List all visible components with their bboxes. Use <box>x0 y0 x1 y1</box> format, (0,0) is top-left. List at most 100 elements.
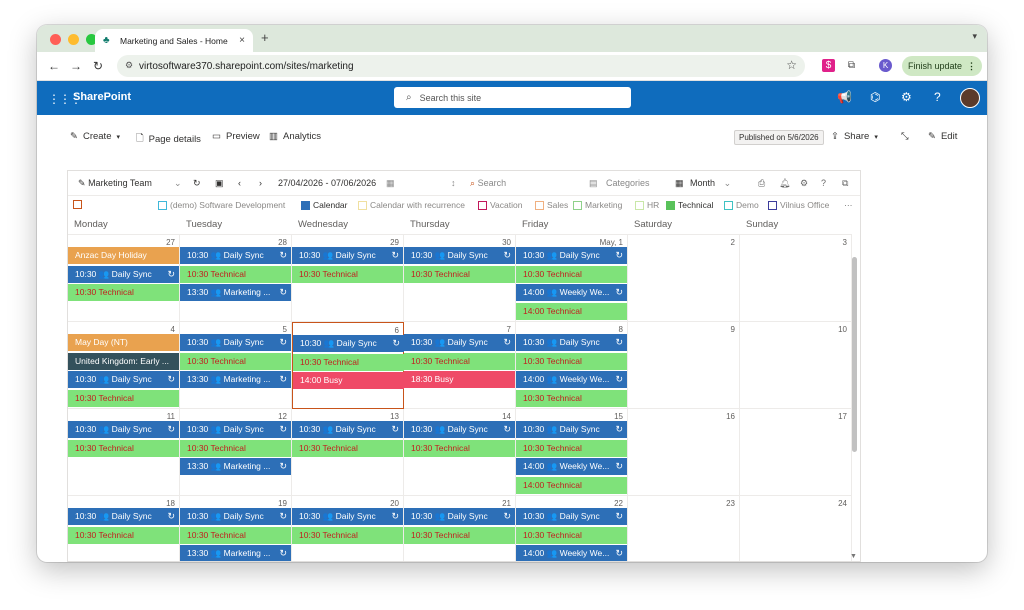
calendar-event[interactable]: 10:30 Technical <box>68 284 179 301</box>
calendar-event[interactable]: 10:30 👥 Daily Sync ↻ <box>404 508 515 525</box>
calendar-event[interactable]: 10:30 👥 Daily Sync ↻ <box>68 421 179 438</box>
day-cell[interactable]: 8 10:30 👥 Daily Sync ↻ 10:30 Technical 14:00… <box>516 322 628 409</box>
page-details-button[interactable]: 🗋 Page details <box>136 131 201 147</box>
day-cell[interactable]: 9 <box>628 322 740 409</box>
calendar-event[interactable]: 14:00 Technical <box>516 302 627 320</box>
day-cell[interactable]: 14 10:30 👥 Daily Sync ↻ 10:30 Technical <box>404 409 516 496</box>
new-tab-button[interactable]: + <box>261 30 269 45</box>
calendar-event[interactable]: 10:30 👥 Daily Sync ↻ <box>516 334 627 351</box>
calendar-event[interactable]: 10:30 👥 Daily Sync ↻ <box>404 247 515 264</box>
team-selector[interactable]: ✎ Marketing Team <box>78 178 152 189</box>
calendar-event[interactable]: 10:30 Technical <box>68 526 179 544</box>
print-icon[interactable]: ⎙ <box>758 178 765 189</box>
legend-checkbox[interactable] <box>158 200 167 210</box>
legend-checkbox[interactable] <box>478 200 487 210</box>
legend-checkbox[interactable] <box>535 200 544 210</box>
calendar-event[interactable]: 10:30 👥 Daily Sync ↻ <box>292 247 403 264</box>
export-icon[interactable]: ⧉ <box>842 178 848 189</box>
analytics-button[interactable]: ▥ Analytics <box>269 131 321 142</box>
legend-more-icon[interactable]: ··· <box>844 200 853 210</box>
bell-icon[interactable]: 🔔︎ <box>779 178 790 189</box>
day-cell[interactable]: 18 10:30 👥 Daily Sync ↻ 10:30 Technical <box>68 496 180 561</box>
calendar-event[interactable]: 10:30 👥 Daily Sync ↻ <box>292 508 403 525</box>
day-cell[interactable]: 7 10:30 👥 Daily Sync ↻ 10:30 Technical 18:30… <box>404 322 516 409</box>
date-picker-icon[interactable]: ▦ <box>386 178 395 189</box>
calendar-event[interactable]: 10:30 👥 Daily Sync ↻ <box>68 371 179 388</box>
legend-item[interactable]: Sales <box>535 200 568 210</box>
calendar-event[interactable]: 10:30 Technical <box>180 352 291 370</box>
calendar-event[interactable]: 18:30 Busy <box>404 371 515 388</box>
bookmark-star-icon[interactable]: ☆ <box>786 58 797 72</box>
create-button[interactable]: ✎ Create ▾ <box>70 131 120 142</box>
legend-checkbox[interactable] <box>724 200 733 210</box>
calendar-event[interactable]: 10:30 Technical <box>293 353 404 371</box>
user-avatar[interactable] <box>960 88 980 108</box>
legend-item[interactable]: Calendar <box>301 200 348 210</box>
calendar-event[interactable]: 10:30 Technical <box>180 439 291 457</box>
legend-checkbox[interactable] <box>573 200 582 210</box>
url-field[interactable]: ⚙ virtosoftware370.sharepoint.com/sites/… <box>117 55 805 77</box>
legend-toggle-icon[interactable] <box>73 200 82 209</box>
settings-gear-icon[interactable]: ⚙ <box>901 90 912 104</box>
calendar-event[interactable]: 10:30 Technical <box>516 526 627 544</box>
day-cell[interactable]: 5 10:30 👥 Daily Sync ↻ 10:30 Technical 13:30… <box>180 322 292 409</box>
day-cell[interactable]: 3 <box>740 235 852 322</box>
calendar-event[interactable]: 13:30 👥 Marketing ... ↻ <box>180 458 291 475</box>
calendar-event[interactable]: 10:30 👥 Daily Sync ↻ <box>404 334 515 351</box>
calendar-event[interactable]: 10:30 👥 Daily Sync ↻ <box>180 421 291 438</box>
tab-close-icon[interactable]: × <box>239 35 245 46</box>
day-cell[interactable]: 4 May Day (NT) United Kingdom: Early ... 10… <box>68 322 180 409</box>
scroll-down-arrow-icon[interactable]: ▼ <box>850 553 857 560</box>
day-cell[interactable]: 27 Anzac Day Holiday 10:30 👥 Daily Sync ↻ 10… <box>68 235 180 322</box>
share-button[interactable]: ⇪ Share ▾ <box>831 131 878 142</box>
close-window-button[interactable] <box>50 34 61 45</box>
calendar-event[interactable]: 14:00 Busy <box>293 372 404 389</box>
puzzle-extensions-icon[interactable]: ⧉ <box>845 59 858 72</box>
calendar-event[interactable]: Anzac Day Holiday <box>68 247 179 264</box>
categories-button[interactable]: ▤ Categories <box>589 178 650 189</box>
calendar-event[interactable]: 10:30 👥 Daily Sync ↻ <box>68 265 179 283</box>
legend-checkbox[interactable] <box>666 200 675 210</box>
calendar-event[interactable]: 14:00 👥 Weekly We... ↻ <box>516 284 627 301</box>
legend-checkbox[interactable] <box>301 200 310 210</box>
calendar-search[interactable]: ⌕ Search <box>470 178 506 189</box>
day-cell[interactable]: 6 10:30 👥 Daily Sync ↻ 10:30 Technical 14:00… <box>292 322 404 409</box>
day-cell[interactable]: 22 10:30 👥 Daily Sync ↻ 10:30 Technical 14:0… <box>516 496 628 561</box>
team-dropdown-chevron-icon[interactable]: ⌄ <box>174 178 182 189</box>
day-cell[interactable]: May, 1 10:30 👥 Daily Sync ↻ 10:30 Technical… <box>516 235 628 322</box>
calendar-event[interactable]: 10:30 Technical <box>180 526 291 544</box>
day-cell[interactable]: 11 10:30 👥 Daily Sync ↻ 10:30 Technical <box>68 409 180 496</box>
site-info-icon[interactable]: ⚙ <box>125 60 133 71</box>
calendar-event[interactable]: 10:30 Technical <box>516 265 627 283</box>
expand-vertical-icon[interactable]: ↕ <box>451 178 456 188</box>
minimize-window-button[interactable] <box>68 34 79 45</box>
calendar-event[interactable]: 10:30 Technical <box>516 389 627 407</box>
site-search-box[interactable]: ⌕ Search this site <box>394 87 631 108</box>
date-range[interactable]: 27/04/2026 - 07/06/2026 <box>278 178 376 188</box>
day-cell[interactable]: 24 <box>740 496 852 561</box>
calendar-event[interactable]: 14:00 Technical <box>516 476 627 494</box>
calendar-event[interactable]: 10:30 👥 Daily Sync ↻ <box>516 508 627 525</box>
calendar-event[interactable]: 13:30 👥 Marketing ... ↻ <box>180 371 291 388</box>
day-cell[interactable]: 15 10:30 👥 Daily Sync ↻ 10:30 Technical 14:0… <box>516 409 628 496</box>
refresh-icon[interactable]: ↻ <box>193 178 201 189</box>
sharepoint-title[interactable]: SharePoint <box>73 91 131 103</box>
calendar-event[interactable]: 10:30 👥 Daily Sync ↻ <box>180 334 291 351</box>
calendar-event[interactable]: 10:30 👥 Daily Sync ↻ <box>516 247 627 264</box>
preview-button[interactable]: ▭ Preview <box>212 131 260 142</box>
day-cell[interactable]: 10 <box>740 322 852 409</box>
megaphone-icon[interactable]: 📢 <box>837 90 852 104</box>
collapse-icon[interactable]: ⤡ <box>901 131 909 142</box>
day-cell[interactable]: 13 10:30 👥 Daily Sync ↻ 10:30 Technical <box>292 409 404 496</box>
day-cell[interactable]: 12 10:30 👥 Daily Sync ↻ 10:30 Technical 13:3… <box>180 409 292 496</box>
calendar-event[interactable]: 14:00 👥 Weekly We... ↻ <box>516 458 627 475</box>
calendar-event[interactable]: United Kingdom: Early ... <box>68 352 179 370</box>
day-cell[interactable]: 20 10:30 👥 Daily Sync ↻ 10:30 Technical <box>292 496 404 561</box>
forward-arrow-icon[interactable]: → <box>70 59 82 73</box>
legend-item[interactable]: Technical <box>666 200 713 210</box>
calendar-event[interactable]: 10:30 👥 Daily Sync ↻ <box>404 421 515 438</box>
settings-gear-icon[interactable]: ⚙ <box>800 178 808 189</box>
calendar-event[interactable]: 10:30 Technical <box>516 352 627 370</box>
calendar-event[interactable]: 10:30 👥 Daily Sync ↻ <box>516 421 627 438</box>
legend-item[interactable]: Calendar with recurrence <box>358 200 465 210</box>
